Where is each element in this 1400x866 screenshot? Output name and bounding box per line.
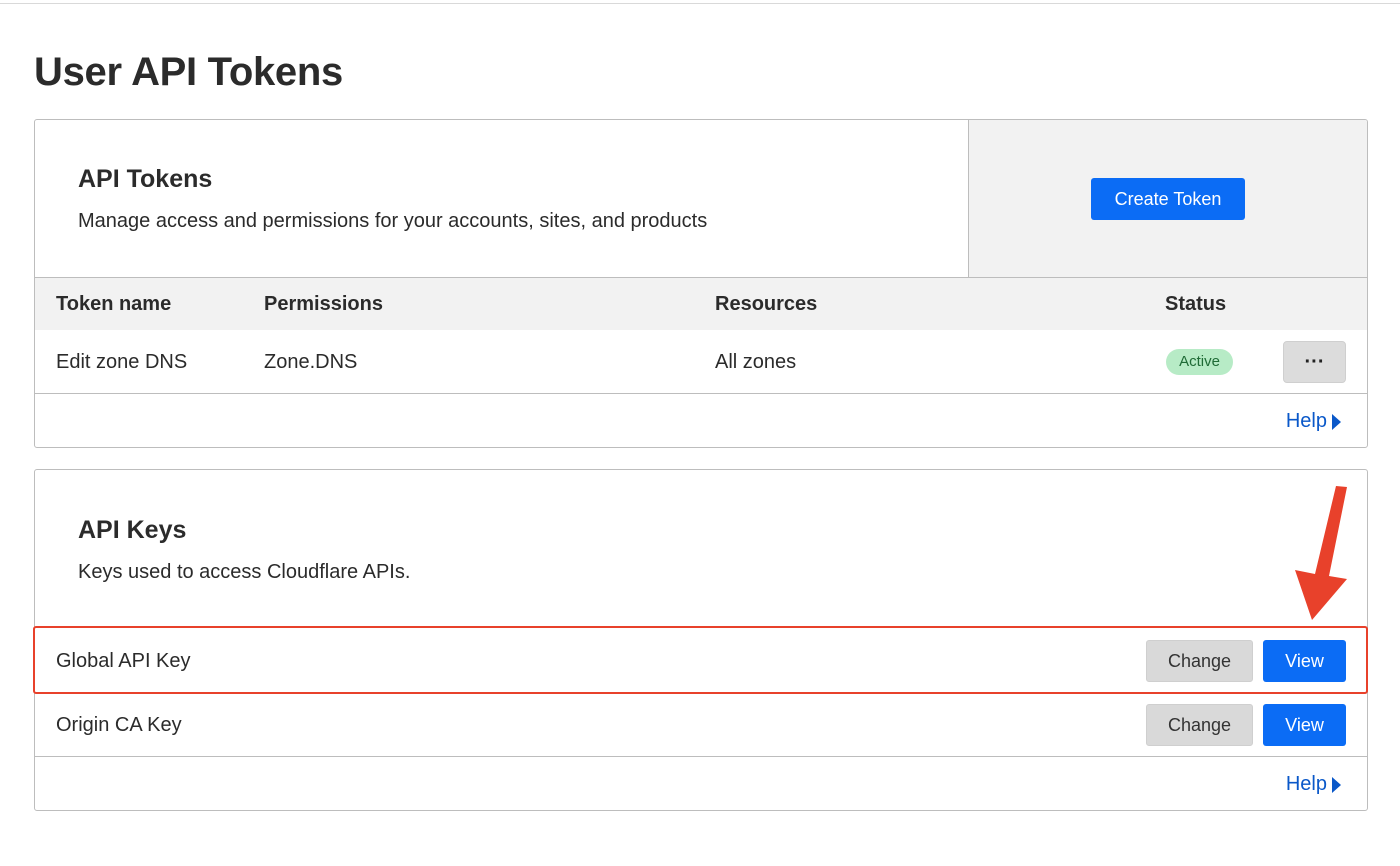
top-divider xyxy=(0,3,1400,4)
api-tokens-actions: Create Token xyxy=(968,120,1367,277)
api-keys-description: Keys used to access Cloudflare APIs. xyxy=(78,561,411,583)
origin-ca-key-row: Origin CA Key Change View xyxy=(35,694,1367,758)
token-actions-menu-button[interactable]: ··· xyxy=(1283,341,1346,383)
api-tokens-card: API Tokens Manage access and permissions… xyxy=(34,119,1368,448)
api-tokens-intro: API Tokens Manage access and permissions… xyxy=(35,120,968,277)
column-resources: Resources xyxy=(715,293,818,315)
page-title: User API Tokens xyxy=(34,50,343,94)
tokens-help-link[interactable]: Help xyxy=(1286,410,1341,433)
create-token-button[interactable]: Create Token xyxy=(1091,178,1245,220)
help-label: Help xyxy=(1285,773,1327,795)
api-tokens-header: API Tokens Manage access and permissions… xyxy=(35,120,1367,278)
origin-ca-key-view-button[interactable]: View xyxy=(1263,704,1346,746)
origin-ca-key-label: Origin CA Key xyxy=(56,714,182,736)
keys-divider xyxy=(35,756,1367,757)
global-api-key-change-button[interactable]: Change xyxy=(1146,640,1253,682)
api-keys-title: API Keys xyxy=(78,516,187,544)
column-token-name: Token name xyxy=(56,293,172,315)
table-row: Edit zone DNS Zone.DNS All zones Active … xyxy=(35,330,1367,394)
token-resources: All zones xyxy=(715,351,797,373)
column-status: Status xyxy=(1165,293,1227,315)
more-horizontal-icon: ··· xyxy=(1304,351,1325,373)
status-badge: Active xyxy=(1166,349,1233,375)
caret-right-icon xyxy=(1332,413,1341,430)
api-keys-card: API Keys Keys used to access Cloudflare … xyxy=(34,469,1368,811)
keys-help-link[interactable]: Help xyxy=(1286,773,1341,796)
api-tokens-description: Manage access and permissions for your a… xyxy=(78,210,708,232)
tokens-table-header: Token name Permissions Resources Status xyxy=(35,278,1367,330)
global-api-key-label: Global API Key xyxy=(56,650,191,672)
origin-ca-key-change-button[interactable]: Change xyxy=(1146,704,1253,746)
column-permissions: Permissions xyxy=(264,293,383,315)
token-name: Edit zone DNS xyxy=(56,351,188,373)
help-label: Help xyxy=(1285,410,1327,432)
api-tokens-title: API Tokens xyxy=(78,165,213,193)
global-api-key-view-button[interactable]: View xyxy=(1263,640,1346,682)
caret-right-icon xyxy=(1332,776,1341,793)
token-permissions: Zone.DNS xyxy=(264,351,358,373)
global-api-key-row: Global API Key Change View xyxy=(35,630,1367,694)
